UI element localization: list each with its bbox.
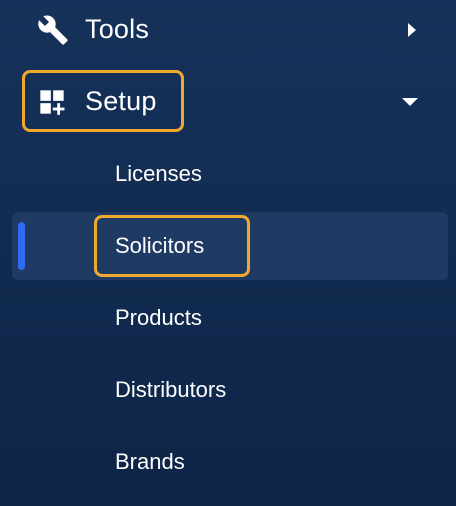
sidebar-item-label: Brands [115, 449, 185, 474]
sidebar-item-products[interactable]: Products [0, 285, 456, 351]
nav-item-tools[interactable]: Tools [0, 0, 456, 60]
sidebar-item-licenses[interactable]: Licenses [0, 141, 456, 207]
nav-item-setup[interactable]: Setup [0, 70, 456, 132]
sidebar-item-brands[interactable]: Brands [0, 429, 456, 495]
sidebar-item-label: Licenses [115, 161, 202, 186]
grid-plus-icon [35, 85, 69, 119]
sidebar-item-label: Distributors [115, 377, 227, 402]
sidebar-item-solicitors[interactable]: Solicitors [0, 213, 456, 279]
sidebar-item-label: Solicitors [115, 233, 205, 258]
nav-item-label: Tools [85, 14, 150, 44]
chevron-right-icon[interactable] [402, 20, 422, 40]
sidebar-item-distributors[interactable]: Distributors [0, 357, 456, 423]
wrench-icon [36, 13, 70, 47]
sidebar-item-label: Products [115, 305, 202, 330]
chevron-down-icon[interactable] [400, 92, 420, 112]
nav-item-label: Setup [85, 86, 157, 116]
